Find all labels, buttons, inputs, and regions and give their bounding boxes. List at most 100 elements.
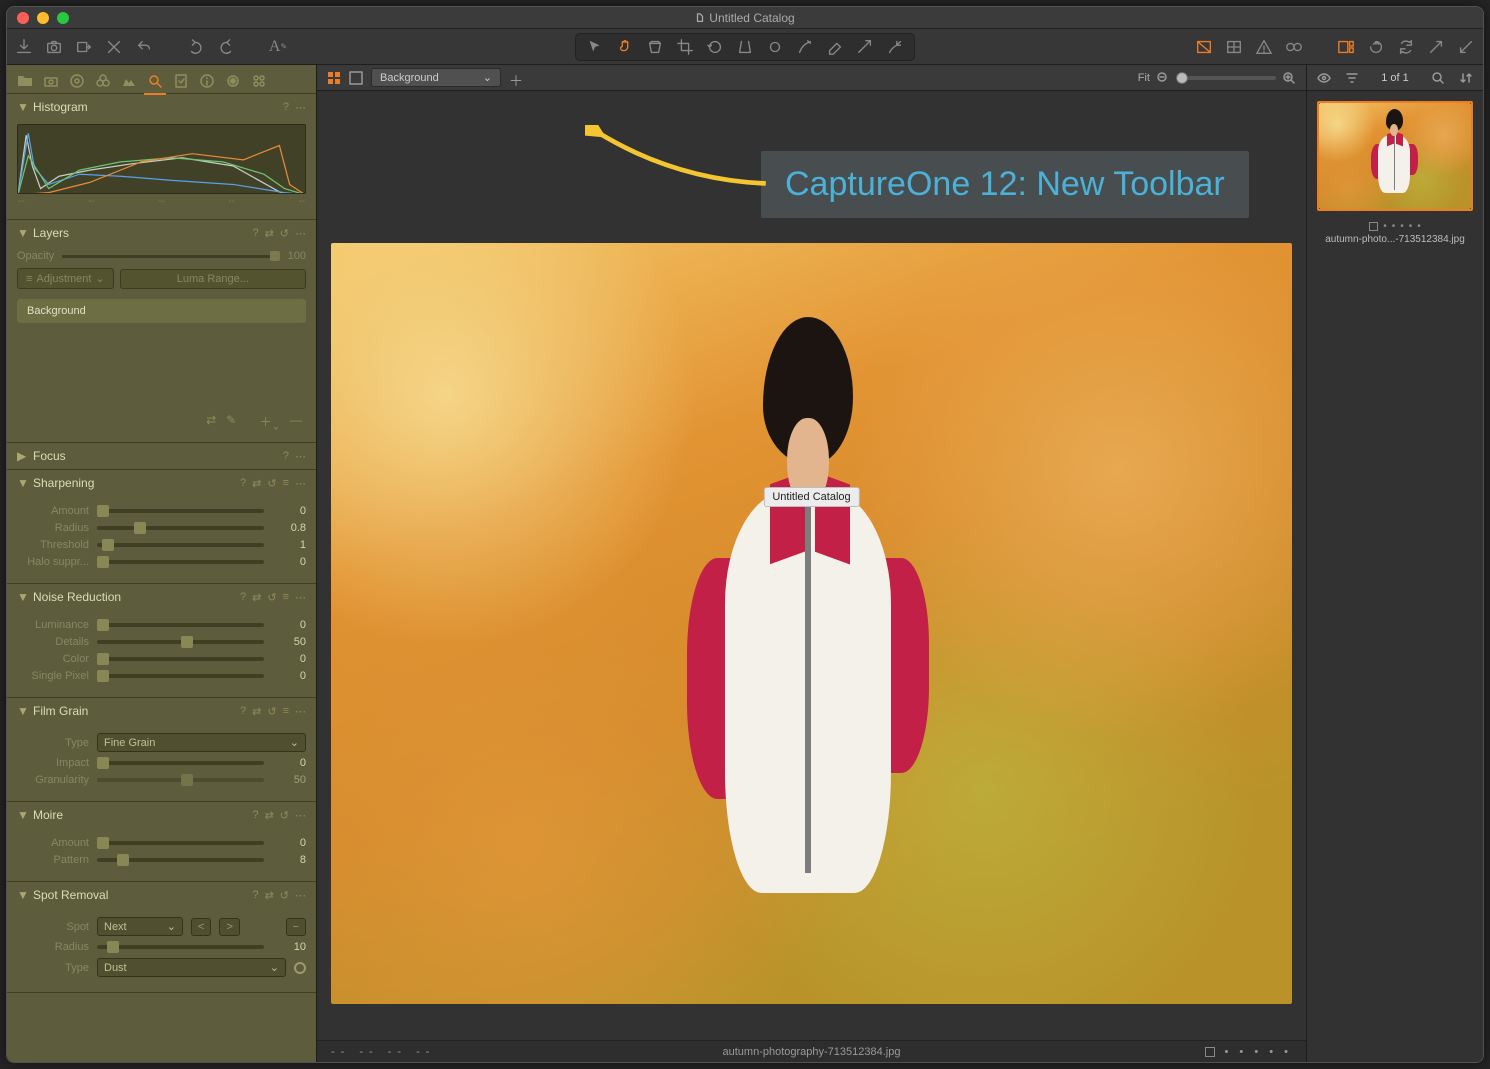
more-icon[interactable]: ⋯ [295,477,306,490]
tab-exposure-icon[interactable] [121,73,137,89]
spot-icon[interactable] [766,38,784,56]
sharp-radius-slider[interactable] [97,526,264,530]
remove-layer-icon[interactable]: — [290,413,302,432]
reset-icon[interactable]: ↺ [267,591,276,604]
tab-color-icon[interactable] [95,73,111,89]
moire-pat-slider[interactable] [97,858,264,862]
more-icon[interactable]: ⋯ [295,705,306,718]
nr-sp-value[interactable]: 0 [272,670,306,682]
tab-adjust-icon[interactable] [173,73,189,89]
nr-lum-value[interactable]: 0 [272,619,306,631]
more-icon[interactable]: ⋯ [295,591,306,604]
mask-erase-icon[interactable] [826,38,844,56]
rotate-icon[interactable] [706,38,724,56]
browser-thumbnail[interactable] [1317,101,1473,211]
search-icon[interactable] [1431,71,1445,85]
nr-det-slider[interactable] [97,640,264,644]
more-icon[interactable]: ⋯ [295,889,306,902]
help-icon[interactable]: ? [240,705,246,718]
tab-lens-icon[interactable] [69,73,85,89]
nr-sp-slider[interactable] [97,674,264,678]
capture-icon[interactable] [45,38,63,56]
keystone-icon[interactable] [736,38,754,56]
multi-view-icon[interactable] [327,71,341,85]
tab-batch-icon[interactable] [251,73,267,89]
focus-header[interactable]: ▶ Focus ?⋯ [7,443,316,469]
sharp-radius-value[interactable]: 0.8 [272,522,306,534]
warning-icon[interactable] [1255,38,1273,56]
viewer-layer-select[interactable]: Background⌄ [371,68,501,87]
clone-tool-icon[interactable]: ⇄ [206,413,216,432]
gradient-icon[interactable] [856,38,874,56]
help-icon[interactable]: ? [240,477,246,490]
preset-icon[interactable]: ≡ [283,705,289,718]
crop-icon[interactable] [676,38,694,56]
tab-meta-icon[interactable] [199,73,215,89]
reject-icon[interactable] [105,38,123,56]
add-layer-icon[interactable]: ＋⌄ [260,413,280,432]
reset-icon[interactable]: ↺ [280,809,289,822]
filter-icon[interactable] [1345,71,1359,85]
copy-icon[interactable]: ⇄ [252,705,261,718]
nr-color-value[interactable]: 0 [272,653,306,665]
moire-pat-value[interactable]: 8 [272,854,306,866]
sharp-amount-value[interactable]: 0 [272,505,306,517]
reset-icon[interactable]: ↺ [280,889,289,902]
grid-icon[interactable] [1225,38,1243,56]
spot-rad-slider[interactable] [97,945,264,949]
tab-capture-icon[interactable] [43,73,59,89]
grain-header[interactable]: ▼ Film Grain ?⇄↺≡⋯ [7,698,316,724]
undo-icon[interactable] [135,38,153,56]
sharp-threshold-slider[interactable] [97,543,264,547]
focus-mask-icon[interactable] [1285,38,1303,56]
paste-adj-icon[interactable] [1457,38,1475,56]
mask-draw-icon[interactable] [796,38,814,56]
preset-icon[interactable]: ≡ [283,591,289,604]
nr-color-slider[interactable] [97,657,264,661]
zoom-slider[interactable] [1176,76,1276,80]
reset-icon[interactable]: ↺ [267,477,276,490]
help-icon[interactable]: ? [283,101,289,114]
nr-header[interactable]: ▼ Noise Reduction ?⇄↺≡⋯ [7,584,316,610]
preset-icon[interactable]: ≡ [283,477,289,490]
opacity-slider[interactable] [62,255,279,258]
layer-background[interactable]: Background [17,299,306,323]
zoom-out-icon[interactable] [1156,71,1170,85]
brush-tool-icon[interactable]: ✎ [226,413,236,432]
viewer-browser-icon[interactable] [1337,38,1355,56]
export-icon[interactable] [75,38,93,56]
grain-gran-slider[interactable] [97,778,264,782]
radial-icon[interactable] [886,38,904,56]
select-icon[interactable] [586,38,604,56]
more-icon[interactable]: ⋯ [295,809,306,822]
moire-amt-value[interactable]: 0 [272,837,306,849]
tab-library-icon[interactable] [17,73,33,89]
loupe-icon[interactable] [646,38,664,56]
sharp-halo-slider[interactable] [97,560,264,564]
grain-impact-value[interactable]: 0 [272,757,306,769]
luma-range-button[interactable]: Luma Range... [120,269,306,289]
reset-icon[interactable] [1367,38,1385,56]
grain-type-select[interactable]: Fine Grain⌄ [97,733,306,752]
spot-type-select[interactable]: Dust⌄ [97,958,286,977]
sharp-halo-value[interactable]: 0 [272,556,306,568]
help-icon[interactable]: ? [283,450,289,463]
moire-amt-slider[interactable] [97,841,264,845]
viewer-image[interactable] [331,243,1292,1004]
sort-icon[interactable] [1459,71,1473,85]
moire-header[interactable]: ▼ Moire ?⇄↺⋯ [7,802,316,828]
help-icon[interactable]: ? [240,591,246,604]
undo2-icon[interactable] [187,38,205,56]
adjustment-select[interactable]: ≡Adjustment⌄ [17,268,114,289]
eye-icon[interactable] [1317,71,1331,85]
help-icon[interactable]: ? [252,809,258,822]
copy-icon[interactable]: ⇄ [252,477,261,490]
reset-icon[interactable]: ↺ [280,227,289,240]
import-icon[interactable] [15,38,33,56]
redo-icon[interactable] [217,38,235,56]
help-icon[interactable]: ? [252,889,258,902]
spot-rad-value[interactable]: 10 [272,941,306,953]
thumb-rating[interactable]: ••••• [1307,221,1483,232]
add-variant-icon[interactable]: ＋ [509,71,523,85]
more-icon[interactable]: ⋯ [295,450,306,463]
